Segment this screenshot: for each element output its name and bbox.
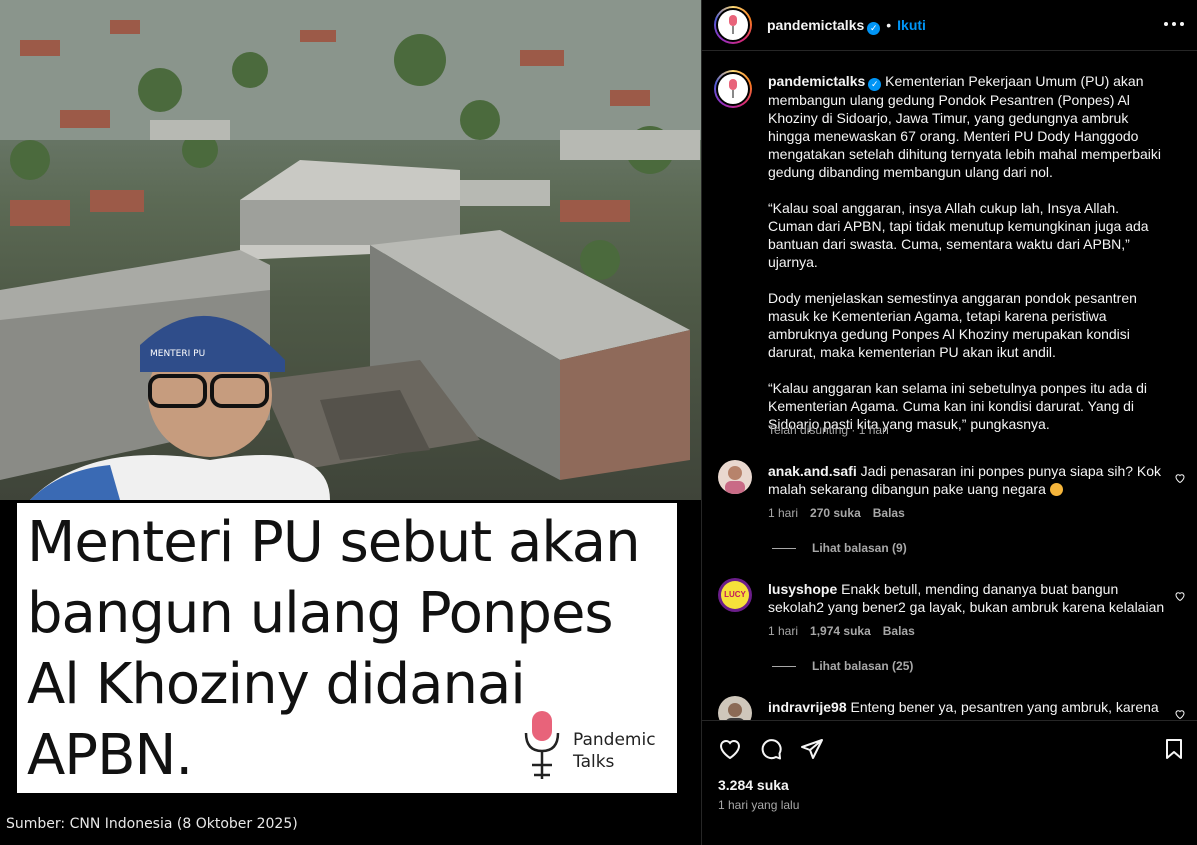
save-bookmark-icon[interactable] [1162,737,1186,761]
comment-likes[interactable]: 1,974 suka [810,624,871,638]
like-comment-heart-icon[interactable] [1174,590,1186,602]
comment-text: lusyshope Enakk betull, mending dananya … [768,580,1168,616]
caption-author-avatar[interactable] [714,70,752,108]
caption-paragraph: Kementerian Pekerjaan Umum (PU) akan mem… [768,73,1162,180]
post-header: pandemictalks ✓ • Ikuti [702,0,1197,51]
lucy-logo: LUCY [721,581,749,609]
headline-card: Menteri PU sebut akan bangun ulang Ponpe… [17,503,677,793]
comments-scroll-area[interactable]: pandemictalks ✓ Kementerian Pekerjaan Umu… [702,52,1197,720]
mic-icon [728,79,738,99]
building-illustration: MENTERI PU [0,0,701,500]
like-comment-heart-icon[interactable] [1174,472,1186,484]
comment-username[interactable]: indravrije98 [768,699,847,715]
caption-paragraph: “Kalau soal anggaran, insya Allah cukup … [768,200,1149,270]
aerial-photo: MENTERI PU [0,0,701,500]
caption-username[interactable]: pandemictalks [768,73,865,89]
verified-badge-icon: ✓ [867,22,881,35]
commenter-avatar[interactable] [718,460,752,494]
caption-paragraph: Dody menjelaskan semestinya anggaran pon… [768,290,1137,360]
sad-emoji-icon [1049,483,1063,496]
verified-badge-icon: ✓ [868,78,882,91]
comment-meta: 1 hari 1,974 suka Balas [768,624,927,638]
reply-button[interactable]: Balas [873,506,905,520]
cap-label: MENTERI PU [150,349,205,359]
like-comment-heart-icon[interactable] [1174,708,1186,720]
view-replies-button[interactable]: Lihat balasan (25) [772,659,913,673]
commenter-avatar[interactable]: LUCY [718,578,752,612]
post-time: 1 hari yang lalu [718,798,800,812]
mic-icon [728,15,738,35]
post-image[interactable]: MENTERI PU Menteri PU sebut akan bangun … [0,0,701,845]
post-actions: 3.284 suka 1 hari yang lalu [702,720,1197,845]
more-options-icon[interactable] [1164,16,1184,32]
pandemic-talks-logo-icon [524,711,560,779]
comment-likes[interactable]: 270 suka [810,506,861,520]
comment-time: 1 hari [768,506,799,520]
comment-text: anak.and.safi Jadi penasaran ini ponpes … [768,462,1168,498]
header-username[interactable]: pandemictalks [767,17,864,33]
comment-bubble-icon[interactable] [759,737,783,761]
comment-username[interactable]: anak.and.safi [768,463,857,479]
image-headline: Menteri PU sebut akan bangun ulang Ponpe… [27,510,641,788]
follow-button[interactable]: Ikuti [897,17,926,33]
comment-meta: 1 hari 270 suka Balas [768,506,917,520]
post-caption: pandemictalks ✓ Kementerian Pekerjaan Umu… [768,72,1168,451]
image-source: Sumber: CNN Indonesia (8 Oktober 2025) [6,816,298,832]
comment-time: 1 hari [768,624,799,638]
comment-username[interactable]: lusyshope [768,581,837,597]
comment-text: indravrije98 Enteng bener ya, pesantren … [768,698,1168,716]
author-avatar[interactable] [714,6,752,44]
separator-dot: • [886,17,892,33]
view-replies-button[interactable]: Lihat balasan (9) [772,541,907,555]
caption-edited-meta: Telah disunting · 1 hari [768,423,889,437]
reply-button[interactable]: Balas [883,624,915,638]
share-paper-plane-icon[interactable] [800,737,824,761]
like-heart-icon[interactable] [718,737,742,761]
post-panel: pandemictalks ✓ • Ikuti pandemictalks ✓ Keme… [701,0,1197,845]
comment-body: Enteng bener ya, pesantren yang ambruk, … [850,699,1159,715]
likes-count[interactable]: 3.284 suka [718,777,789,793]
commenter-avatar[interactable] [718,696,752,720]
brand-name: Pandemic Talks [573,730,656,772]
